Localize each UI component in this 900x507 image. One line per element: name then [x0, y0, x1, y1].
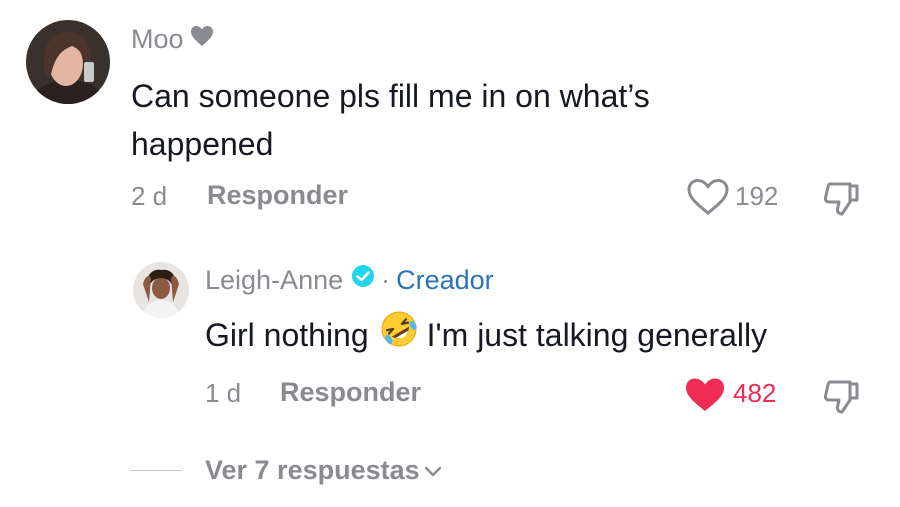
reply-button[interactable]: Responder [280, 377, 421, 408]
comment-text: Can someone pls fill me in on what’s hap… [131, 78, 650, 162]
avatar-leigh-anne[interactable] [133, 262, 189, 318]
avatar-moo[interactable] [26, 20, 110, 104]
reply-button[interactable]: Responder [207, 180, 348, 211]
divider [130, 470, 182, 471]
thumbs-down-icon[interactable] [822, 180, 862, 223]
comment-timestamp: 2 d [131, 181, 168, 211]
comment-text-part: Girl nothing [205, 316, 369, 353]
like-count: 192 [735, 181, 779, 211]
heart-icon [190, 23, 214, 54]
heart-filled-icon[interactable] [683, 376, 727, 419]
view-replies-label[interactable]: Ver 7 respuestas [205, 455, 420, 485]
like-count: 482 [733, 378, 777, 408]
rolling-on-floor-laughing-emoji [379, 309, 419, 360]
comment-text: Girl nothing I'm just talking generally [205, 309, 768, 363]
username-text[interactable]: Moo [131, 24, 184, 54]
creator-label: Creador [396, 265, 494, 295]
comment-username[interactable]: Leigh-Anne · Creador [205, 265, 494, 297]
comment-username[interactable]: Moo [131, 24, 214, 56]
verified-check-icon [351, 264, 375, 295]
thumbs-down-icon[interactable] [822, 378, 862, 421]
comment-timestamp: 1 d [205, 378, 242, 408]
view-replies-button[interactable]: Ver 7 respuestas [205, 455, 442, 487]
username-text[interactable]: Leigh-Anne [205, 265, 343, 295]
comment-text-part: I'm just talking generally [426, 316, 768, 353]
chevron-down-icon [424, 454, 442, 485]
heart-outline-icon[interactable] [686, 178, 730, 221]
separator-dot: · [381, 265, 391, 295]
